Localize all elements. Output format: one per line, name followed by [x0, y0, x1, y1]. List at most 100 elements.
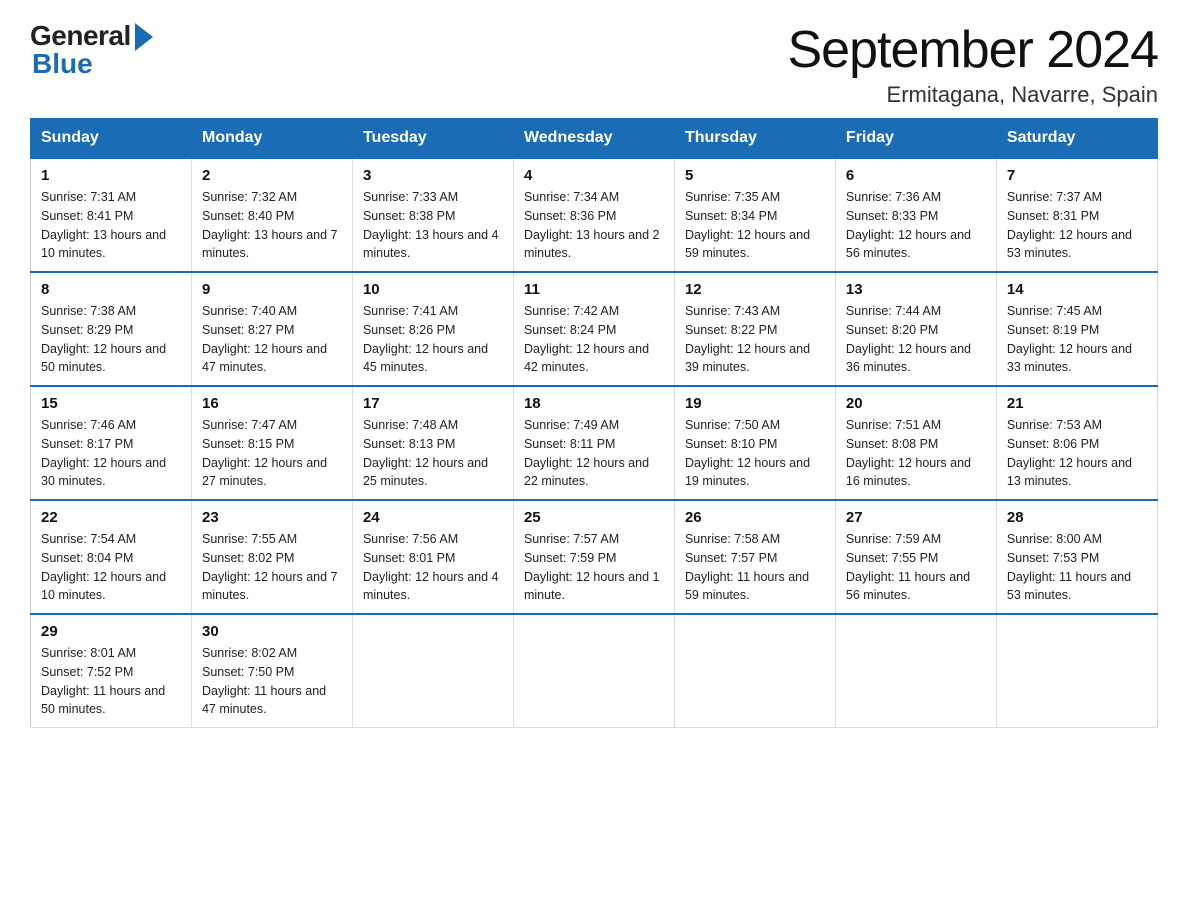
day-number: 23 [202, 509, 342, 526]
day-number: 25 [524, 509, 664, 526]
day-number: 8 [41, 281, 181, 298]
day-info: Sunrise: 7:36 AMSunset: 8:33 PMDaylight:… [846, 190, 971, 260]
calendar-cell: 28 Sunrise: 8:00 AMSunset: 7:53 PMDaylig… [996, 500, 1157, 614]
calendar-cell: 4 Sunrise: 7:34 AMSunset: 8:36 PMDayligh… [513, 158, 674, 272]
calendar-cell [996, 614, 1157, 728]
day-info: Sunrise: 7:55 AMSunset: 8:02 PMDaylight:… [202, 532, 338, 602]
calendar-cell: 3 Sunrise: 7:33 AMSunset: 8:38 PMDayligh… [352, 158, 513, 272]
calendar-cell: 19 Sunrise: 7:50 AMSunset: 8:10 PMDaylig… [674, 386, 835, 500]
logo-blue-text: Blue [32, 48, 93, 80]
day-number: 26 [685, 509, 825, 526]
calendar-table: SundayMondayTuesdayWednesdayThursdayFrid… [30, 118, 1158, 728]
day-info: Sunrise: 7:32 AMSunset: 8:40 PMDaylight:… [202, 190, 338, 260]
day-info: Sunrise: 7:42 AMSunset: 8:24 PMDaylight:… [524, 304, 649, 374]
calendar-cell: 29 Sunrise: 8:01 AMSunset: 7:52 PMDaylig… [31, 614, 192, 728]
day-number: 2 [202, 167, 342, 184]
col-header-thursday: Thursday [674, 119, 835, 159]
col-header-sunday: Sunday [31, 119, 192, 159]
page-header: General Blue September 2024 Ermitagana, … [30, 20, 1158, 108]
day-number: 5 [685, 167, 825, 184]
day-info: Sunrise: 7:48 AMSunset: 8:13 PMDaylight:… [363, 418, 488, 488]
day-info: Sunrise: 7:51 AMSunset: 8:08 PMDaylight:… [846, 418, 971, 488]
day-info: Sunrise: 7:53 AMSunset: 8:06 PMDaylight:… [1007, 418, 1132, 488]
day-info: Sunrise: 7:50 AMSunset: 8:10 PMDaylight:… [685, 418, 810, 488]
day-number: 13 [846, 281, 986, 298]
col-header-monday: Monday [191, 119, 352, 159]
day-number: 16 [202, 395, 342, 412]
day-number: 9 [202, 281, 342, 298]
day-info: Sunrise: 7:56 AMSunset: 8:01 PMDaylight:… [363, 532, 499, 602]
day-number: 19 [685, 395, 825, 412]
calendar-cell: 8 Sunrise: 7:38 AMSunset: 8:29 PMDayligh… [31, 272, 192, 386]
day-info: Sunrise: 7:31 AMSunset: 8:41 PMDaylight:… [41, 190, 166, 260]
calendar-cell: 12 Sunrise: 7:43 AMSunset: 8:22 PMDaylig… [674, 272, 835, 386]
calendar-cell: 27 Sunrise: 7:59 AMSunset: 7:55 PMDaylig… [835, 500, 996, 614]
day-number: 24 [363, 509, 503, 526]
logo-arrow-icon [135, 23, 153, 51]
calendar-title: September 2024 [788, 20, 1159, 80]
calendar-cell: 15 Sunrise: 7:46 AMSunset: 8:17 PMDaylig… [31, 386, 192, 500]
calendar-cell: 23 Sunrise: 7:55 AMSunset: 8:02 PMDaylig… [191, 500, 352, 614]
title-block: September 2024 Ermitagana, Navarre, Spai… [788, 20, 1159, 108]
day-info: Sunrise: 7:58 AMSunset: 7:57 PMDaylight:… [685, 532, 809, 602]
calendar-cell: 1 Sunrise: 7:31 AMSunset: 8:41 PMDayligh… [31, 158, 192, 272]
col-header-tuesday: Tuesday [352, 119, 513, 159]
day-info: Sunrise: 7:59 AMSunset: 7:55 PMDaylight:… [846, 532, 970, 602]
calendar-cell [835, 614, 996, 728]
calendar-subtitle: Ermitagana, Navarre, Spain [788, 82, 1159, 108]
day-info: Sunrise: 7:37 AMSunset: 8:31 PMDaylight:… [1007, 190, 1132, 260]
day-number: 11 [524, 281, 664, 298]
calendar-cell: 10 Sunrise: 7:41 AMSunset: 8:26 PMDaylig… [352, 272, 513, 386]
day-info: Sunrise: 7:34 AMSunset: 8:36 PMDaylight:… [524, 190, 660, 260]
day-info: Sunrise: 8:00 AMSunset: 7:53 PMDaylight:… [1007, 532, 1131, 602]
calendar-cell: 16 Sunrise: 7:47 AMSunset: 8:15 PMDaylig… [191, 386, 352, 500]
calendar-cell: 2 Sunrise: 7:32 AMSunset: 8:40 PMDayligh… [191, 158, 352, 272]
day-info: Sunrise: 8:01 AMSunset: 7:52 PMDaylight:… [41, 646, 165, 716]
calendar-cell [513, 614, 674, 728]
day-number: 7 [1007, 167, 1147, 184]
calendar-cell [352, 614, 513, 728]
day-number: 20 [846, 395, 986, 412]
day-number: 3 [363, 167, 503, 184]
day-info: Sunrise: 7:40 AMSunset: 8:27 PMDaylight:… [202, 304, 327, 374]
calendar-cell: 24 Sunrise: 7:56 AMSunset: 8:01 PMDaylig… [352, 500, 513, 614]
day-number: 10 [363, 281, 503, 298]
calendar-cell: 14 Sunrise: 7:45 AMSunset: 8:19 PMDaylig… [996, 272, 1157, 386]
day-number: 1 [41, 167, 181, 184]
day-info: Sunrise: 7:43 AMSunset: 8:22 PMDaylight:… [685, 304, 810, 374]
day-info: Sunrise: 7:38 AMSunset: 8:29 PMDaylight:… [41, 304, 166, 374]
calendar-cell: 11 Sunrise: 7:42 AMSunset: 8:24 PMDaylig… [513, 272, 674, 386]
day-number: 15 [41, 395, 181, 412]
day-number: 22 [41, 509, 181, 526]
col-header-wednesday: Wednesday [513, 119, 674, 159]
calendar-cell: 30 Sunrise: 8:02 AMSunset: 7:50 PMDaylig… [191, 614, 352, 728]
day-number: 30 [202, 623, 342, 640]
calendar-cell: 9 Sunrise: 7:40 AMSunset: 8:27 PMDayligh… [191, 272, 352, 386]
day-number: 29 [41, 623, 181, 640]
day-info: Sunrise: 7:35 AMSunset: 8:34 PMDaylight:… [685, 190, 810, 260]
day-number: 21 [1007, 395, 1147, 412]
calendar-cell: 22 Sunrise: 7:54 AMSunset: 8:04 PMDaylig… [31, 500, 192, 614]
day-number: 18 [524, 395, 664, 412]
calendar-cell: 20 Sunrise: 7:51 AMSunset: 8:08 PMDaylig… [835, 386, 996, 500]
day-info: Sunrise: 7:33 AMSunset: 8:38 PMDaylight:… [363, 190, 499, 260]
day-number: 14 [1007, 281, 1147, 298]
calendar-cell: 26 Sunrise: 7:58 AMSunset: 7:57 PMDaylig… [674, 500, 835, 614]
calendar-cell: 25 Sunrise: 7:57 AMSunset: 7:59 PMDaylig… [513, 500, 674, 614]
day-info: Sunrise: 7:45 AMSunset: 8:19 PMDaylight:… [1007, 304, 1132, 374]
col-header-friday: Friday [835, 119, 996, 159]
calendar-cell: 21 Sunrise: 7:53 AMSunset: 8:06 PMDaylig… [996, 386, 1157, 500]
day-info: Sunrise: 7:49 AMSunset: 8:11 PMDaylight:… [524, 418, 649, 488]
calendar-cell: 18 Sunrise: 7:49 AMSunset: 8:11 PMDaylig… [513, 386, 674, 500]
day-number: 4 [524, 167, 664, 184]
calendar-cell: 17 Sunrise: 7:48 AMSunset: 8:13 PMDaylig… [352, 386, 513, 500]
calendar-cell: 13 Sunrise: 7:44 AMSunset: 8:20 PMDaylig… [835, 272, 996, 386]
day-number: 12 [685, 281, 825, 298]
calendar-cell [674, 614, 835, 728]
day-number: 27 [846, 509, 986, 526]
calendar-cell: 6 Sunrise: 7:36 AMSunset: 8:33 PMDayligh… [835, 158, 996, 272]
day-number: 28 [1007, 509, 1147, 526]
day-number: 17 [363, 395, 503, 412]
day-info: Sunrise: 7:54 AMSunset: 8:04 PMDaylight:… [41, 532, 166, 602]
day-info: Sunrise: 7:47 AMSunset: 8:15 PMDaylight:… [202, 418, 327, 488]
